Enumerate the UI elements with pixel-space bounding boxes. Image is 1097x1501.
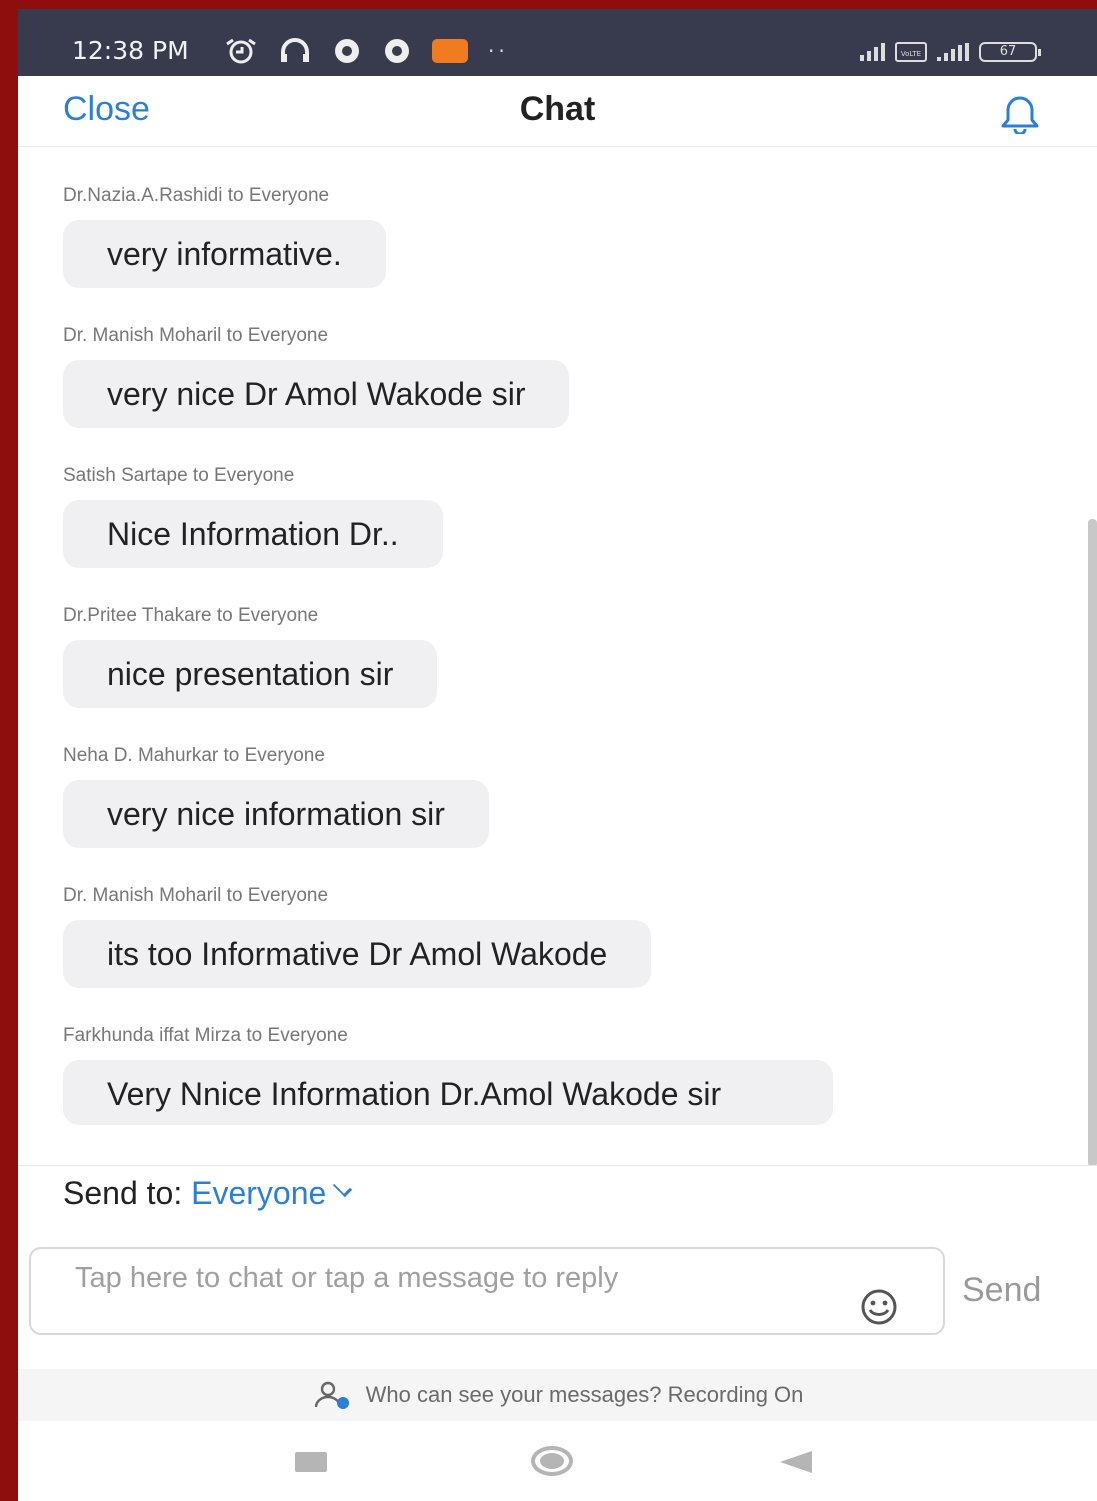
chevron-down-icon <box>333 1177 353 1198</box>
send-to-row: Send to: Everyone <box>63 1175 353 1212</box>
message-list[interactable]: Dr.Nazia.A.Rashidi to Everyone very info… <box>18 147 1097 1165</box>
headset-icon <box>281 38 309 62</box>
message-sender: Farkhunda iffat Mirza to Everyone <box>63 1025 348 1046</box>
scrollbar[interactable] <box>1088 519 1097 1165</box>
message-sender: Dr. Manish Moharil to Everyone <box>63 325 329 346</box>
message-bubble[interactable]: very nice Dr Amol Wakode sir <box>63 360 570 428</box>
message-sender: Dr.Nazia.A.Rashidi to Everyone <box>63 185 330 206</box>
app-frame: 12:38 PM ·· VoLTE 67 Close Chat Dr.Nazia… <box>18 9 1097 1501</box>
list-item: Dr.Nazia.A.Rashidi to Everyone very info… <box>63 185 386 288</box>
message-bubble[interactable]: very nice information sir <box>63 780 489 848</box>
send-button[interactable]: Send <box>962 1271 1041 1310</box>
status-notification-icons: ·· <box>224 37 509 65</box>
message-bubble[interactable]: nice presentation sir <box>63 640 438 708</box>
status-bar: 12:38 PM ·· VoLTE 67 <box>18 9 1097 76</box>
list-item: Farkhunda iffat Mirza to Everyone Very N… <box>63 1025 833 1125</box>
message-bubble[interactable]: its too Informative Dr Amol Wakode <box>63 920 652 988</box>
chrome-icon-2 <box>385 39 409 63</box>
message-sender: Satish Sartape to Everyone <box>63 465 295 486</box>
message-sender: Dr.Pritee Thakare to Everyone <box>63 605 319 626</box>
send-to-dropdown[interactable]: Everyone <box>191 1175 353 1211</box>
battery-icon: 67 <box>979 42 1041 62</box>
recents-icon[interactable] <box>295 1452 327 1472</box>
message-sender: Dr. Manish Moharil to Everyone <box>63 885 329 906</box>
message-sender: Neha D. Mahurkar to Everyone <box>63 745 325 766</box>
chat-header: Close Chat <box>18 76 1097 147</box>
chat-input-placeholder: Tap here to chat or tap a message to rep… <box>75 1262 619 1294</box>
send-to-label: Send to: <box>63 1175 183 1211</box>
signal-icon <box>860 43 885 61</box>
signal-icon-2 <box>937 43 969 61</box>
volte-icon: VoLTE <box>895 42 927 62</box>
message-bubble[interactable]: very informative. <box>63 220 386 288</box>
page-title: Chat <box>519 90 596 128</box>
back-icon[interactable] <box>780 1451 812 1473</box>
system-nav-bar <box>18 1421 1097 1501</box>
chat-input[interactable]: Tap here to chat or tap a message to rep… <box>29 1247 945 1335</box>
user-visibility-icon <box>314 1381 349 1409</box>
list-item: Dr.Pritee Thakare to Everyone nice prese… <box>63 605 438 708</box>
divider <box>18 1165 1097 1166</box>
status-system-icons: VoLTE 67 <box>860 39 1041 65</box>
alarm-icon <box>226 38 256 64</box>
message-bubble[interactable]: Nice Information Dr.. <box>63 500 443 568</box>
app-notification-icon <box>432 39 468 63</box>
bell-icon[interactable] <box>993 94 1047 134</box>
privacy-notice-text: Who can see your messages? Recording On <box>365 1382 804 1407</box>
more-notifications-icon: ·· <box>488 39 509 63</box>
home-icon[interactable] <box>531 1446 573 1476</box>
privacy-notice[interactable]: Who can see your messages? Recording On <box>18 1369 1097 1421</box>
chrome-icon <box>335 39 359 63</box>
status-time: 12:38 PM <box>72 36 189 65</box>
list-item: Dr. Manish Moharil to Everyone very nice… <box>63 325 570 428</box>
list-item: Dr. Manish Moharil to Everyone its too I… <box>63 885 652 988</box>
list-item: Satish Sartape to Everyone Nice Informat… <box>63 465 443 568</box>
emoji-icon[interactable] <box>851 1287 907 1327</box>
list-item: Neha D. Mahurkar to Everyone very nice i… <box>63 745 489 848</box>
message-bubble[interactable]: Very Nnice Information Dr.Amol Wakode si… <box>63 1060 833 1125</box>
send-to-value: Everyone <box>191 1175 327 1211</box>
